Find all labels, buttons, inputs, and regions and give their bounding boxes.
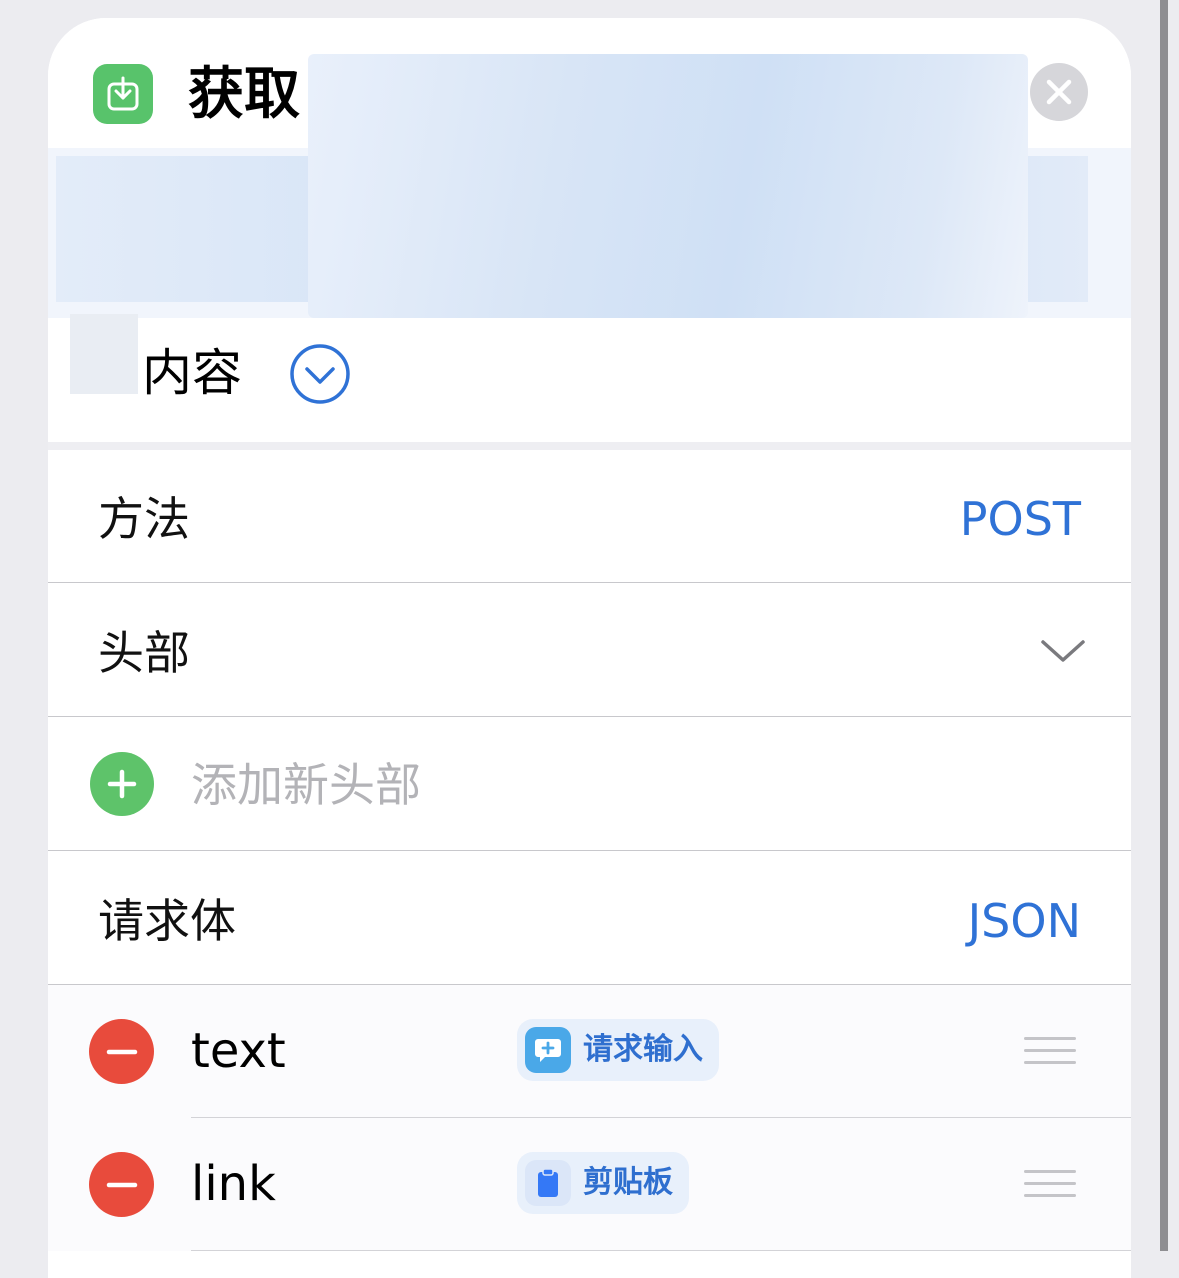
close-button[interactable]: [1030, 63, 1088, 121]
remove-icon[interactable]: [89, 1152, 154, 1217]
section-divider: [48, 442, 1131, 450]
method-label: 方法: [98, 492, 190, 546]
method-value[interactable]: POST: [960, 492, 1081, 546]
content-label: 内容: [142, 344, 242, 402]
add-header-label[interactable]: 添加新头部: [191, 758, 421, 812]
add-icon[interactable]: [90, 752, 154, 816]
action-title: 获取: [188, 62, 300, 127]
action-card: 获取 内容 方法 POST 头部 添加新头部 请求体 JSON text 请求输…: [48, 18, 1131, 1278]
variable-token[interactable]: 剪贴板: [517, 1152, 689, 1214]
request-body-label: 请求体: [98, 894, 236, 948]
method-row[interactable]: 方法 POST: [48, 450, 1131, 583]
get-contents-icon: [93, 64, 153, 124]
screen-edge: [1160, 0, 1168, 1251]
request-body-row[interactable]: 请求体 JSON: [48, 852, 1131, 985]
url-redaction-square: [70, 314, 138, 394]
body-item-key[interactable]: link: [191, 1156, 276, 1212]
chevron-down-icon[interactable]: [1039, 636, 1087, 666]
url-redaction: [308, 54, 1028, 318]
drag-handle-icon[interactable]: [1024, 1037, 1076, 1065]
expand-chevron-icon[interactable]: [289, 343, 351, 405]
action-header: 获取 内容: [48, 18, 1131, 443]
close-icon: [1046, 79, 1072, 105]
add-header-row[interactable]: 添加新头部: [48, 718, 1131, 851]
drag-handle-icon[interactable]: [1024, 1170, 1076, 1198]
headers-label: 头部: [98, 626, 190, 680]
body-item: text 请求输入: [48, 985, 1131, 1118]
body-item-key[interactable]: text: [191, 1023, 286, 1079]
variable-token[interactable]: 请求输入: [517, 1019, 719, 1081]
variable-token-label: 剪贴板: [583, 1165, 673, 1200]
remove-icon[interactable]: [89, 1019, 154, 1084]
variable-token-label: 请求输入: [583, 1032, 703, 1067]
headers-row[interactable]: 头部: [48, 584, 1131, 717]
speech-bubble-plus-icon: [525, 1027, 571, 1073]
body-item: link 剪贴板: [48, 1118, 1131, 1251]
request-body-value[interactable]: JSON: [968, 894, 1081, 948]
clipboard-icon: [525, 1160, 571, 1206]
